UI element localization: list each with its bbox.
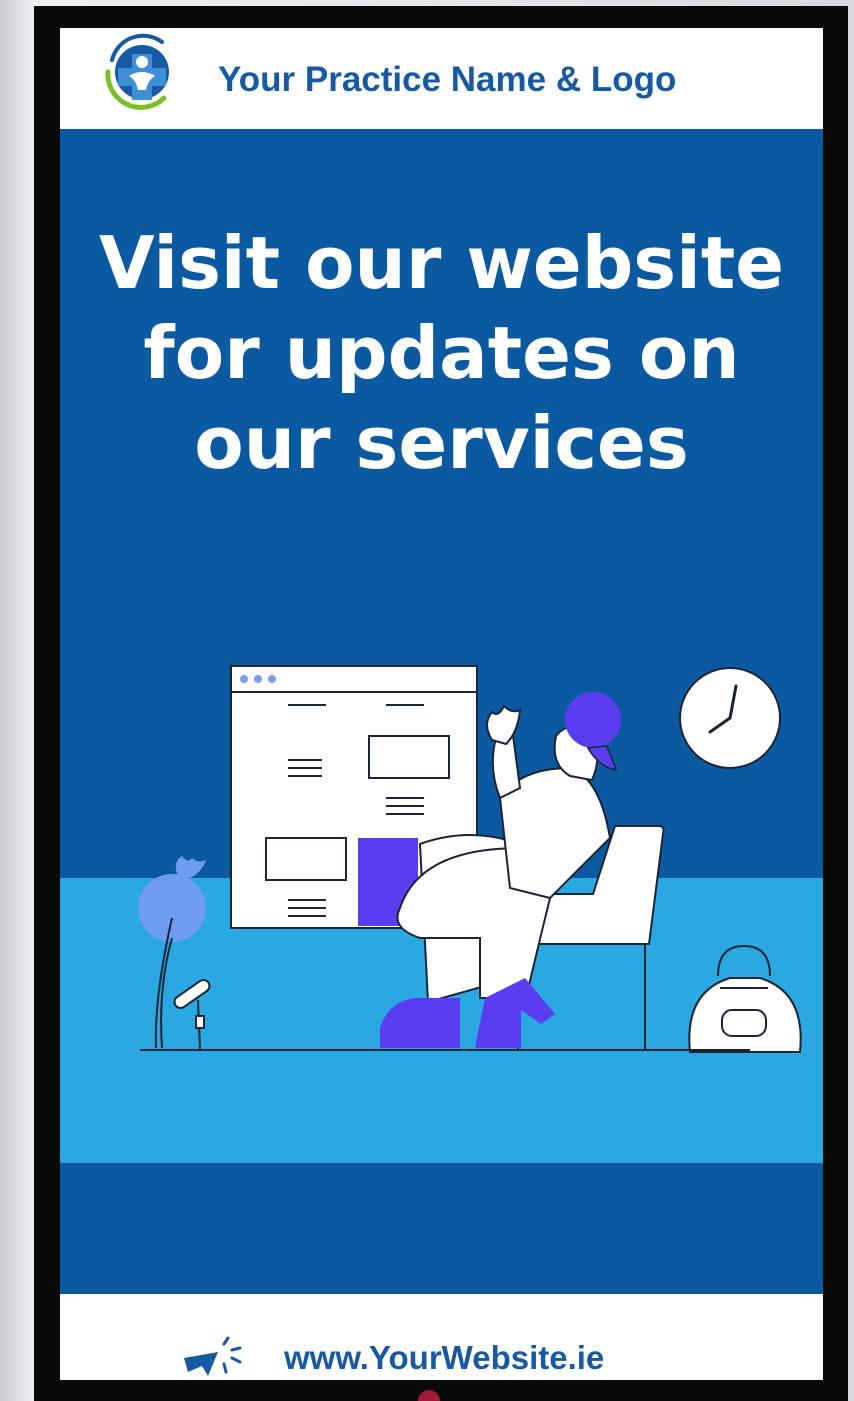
clock-icon <box>679 667 781 769</box>
headline: Visit our website for updates on our ser… <box>60 218 823 488</box>
footer: www.YourWebsite.ie <box>60 1294 823 1380</box>
practice-name: Your Practice Name & Logo <box>218 60 677 99</box>
medical-cross-person-icon <box>105 33 169 110</box>
header: Your Practice Name & Logo <box>60 28 823 129</box>
headline-line-3: our services <box>194 401 689 485</box>
cursor-click-icon <box>184 1336 242 1376</box>
bag-icon <box>688 944 802 1053</box>
stethoscope-icon <box>173 978 211 1051</box>
website-link[interactable]: www.YourWebsite.ie <box>284 1339 604 1377</box>
person-at-website-illustration <box>138 665 802 1053</box>
display-screen: Your Practice Name & Logo Visit our webs… <box>60 28 823 1380</box>
headline-line-1: Visit our website <box>98 221 785 305</box>
headline-line-2: for updates on <box>143 311 740 395</box>
